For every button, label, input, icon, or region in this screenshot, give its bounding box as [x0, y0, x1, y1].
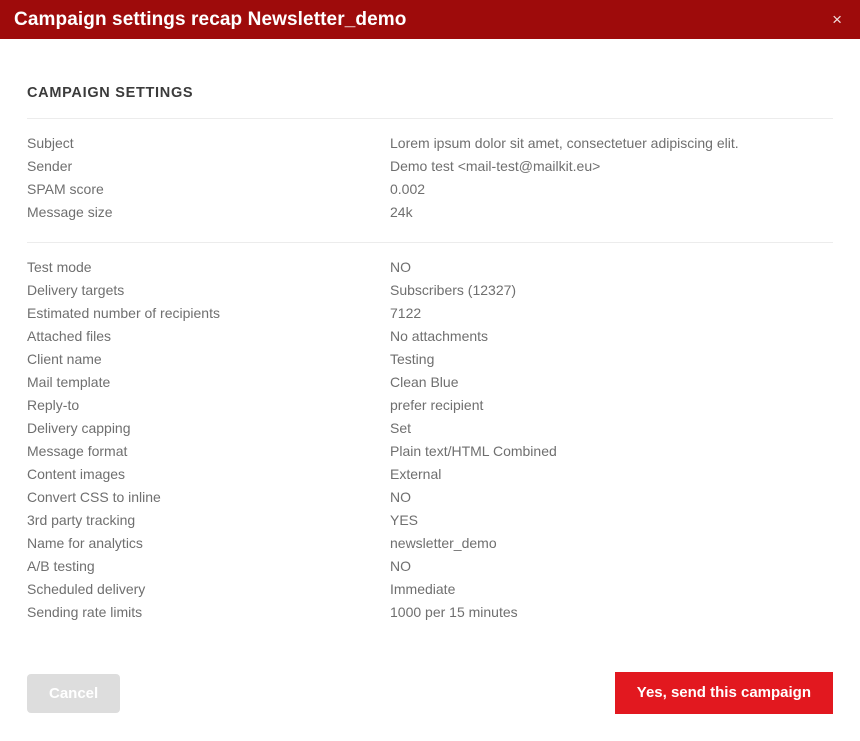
dialog-footer: Cancel Yes, send this campaign	[0, 645, 860, 741]
row-value: YES	[390, 512, 419, 528]
row-label: A/B testing	[27, 558, 95, 574]
settings-row: Sender Demo test <mail-test@mailkit.eu>	[27, 158, 833, 181]
settings-row: Name for analytics newsletter_demo	[27, 535, 833, 558]
row-label: Mail template	[27, 374, 111, 390]
row-value: NO	[390, 489, 411, 505]
row-value: No attachments	[390, 328, 489, 344]
dialog-title: Campaign settings recap Newsletter_demo	[14, 9, 407, 30]
cancel-button[interactable]: Cancel	[27, 673, 121, 713]
row-label: Delivery capping	[27, 420, 131, 436]
row-value: Clean Blue	[390, 374, 459, 390]
settings-row: Scheduled delivery Immediate	[27, 581, 833, 604]
dialog-body: CAMPAIGN SETTINGS Subject Lorem ipsum do…	[0, 39, 860, 741]
settings-row: Message format Plain text/HTML Combined	[27, 443, 833, 466]
row-label: Name for analytics	[27, 535, 143, 551]
row-label: SPAM score	[27, 181, 104, 197]
settings-row: Sending rate limits 1000 per 15 minutes	[27, 604, 833, 627]
row-label: Attached files	[27, 328, 112, 344]
settings-row: Message size 24k	[27, 204, 833, 227]
row-label: Scheduled delivery	[27, 581, 146, 597]
settings-row: A/B testing NO	[27, 558, 833, 581]
section-heading: CAMPAIGN SETTINGS	[27, 85, 194, 101]
row-value: Testing	[390, 351, 435, 367]
settings-row: 3rd party tracking YES	[27, 512, 833, 535]
row-value: NO	[390, 259, 411, 275]
settings-row: Estimated number of recipients 7122	[27, 305, 833, 328]
row-value: newsletter_demo	[390, 535, 497, 551]
row-label: Subject	[27, 135, 74, 151]
row-label: Sender	[27, 158, 73, 174]
row-label: Delivery targets	[27, 282, 125, 298]
row-value: NO	[390, 558, 411, 574]
settings-row: Convert CSS to inline NO	[27, 489, 833, 512]
settings-row: Reply-to prefer recipient	[27, 397, 833, 420]
row-label: Convert CSS to inline	[27, 489, 161, 505]
campaign-settings-dialog: Campaign settings recap Newsletter_demo …	[0, 0, 860, 741]
close-icon[interactable]: ×	[828, 9, 846, 30]
row-value: External	[390, 466, 442, 482]
row-value: 7122	[390, 305, 422, 321]
settings-row: Client name Testing	[27, 351, 833, 374]
settings-group-secondary: Test mode NO Delivery targets Subscriber…	[27, 243, 833, 641]
row-value: Demo test <mail-test@mailkit.eu>	[390, 158, 601, 174]
send-campaign-button[interactable]: Yes, send this campaign	[614, 672, 833, 714]
dialog-header: Campaign settings recap Newsletter_demo …	[0, 0, 860, 39]
settings-row: Content images External	[27, 466, 833, 489]
row-label: Content images	[27, 466, 126, 482]
row-label: Reply-to	[27, 397, 80, 413]
row-value: 24k	[390, 204, 413, 220]
row-value: Set	[390, 420, 412, 436]
row-label: Message format	[27, 443, 128, 459]
row-value: prefer recipient	[390, 397, 484, 413]
row-value: Lorem ipsum dolor sit amet, consectetuer…	[390, 135, 739, 151]
row-value: 1000 per 15 minutes	[390, 604, 518, 620]
settings-row: Test mode NO	[27, 259, 833, 282]
settings-row: SPAM score 0.002	[27, 181, 833, 204]
row-label: Sending rate limits	[27, 604, 143, 620]
settings-row: Subject Lorem ipsum dolor sit amet, cons…	[27, 135, 833, 158]
settings-group-primary: Subject Lorem ipsum dolor sit amet, cons…	[27, 119, 833, 242]
row-value: Immediate	[390, 581, 456, 597]
row-value: Subscribers (12327)	[390, 282, 517, 298]
settings-row: Mail template Clean Blue	[27, 374, 833, 397]
row-label: Test mode	[27, 259, 92, 275]
row-label: Estimated number of recipients	[27, 305, 220, 321]
row-label: Message size	[27, 204, 113, 220]
row-value: 0.002	[390, 181, 426, 197]
row-label: Client name	[27, 351, 102, 367]
settings-row: Delivery capping Set	[27, 420, 833, 443]
row-label: 3rd party tracking	[27, 512, 136, 528]
row-value: Plain text/HTML Combined	[390, 443, 557, 459]
settings-row: Delivery targets Subscribers (12327)	[27, 282, 833, 305]
settings-row: Attached files No attachments	[27, 328, 833, 351]
